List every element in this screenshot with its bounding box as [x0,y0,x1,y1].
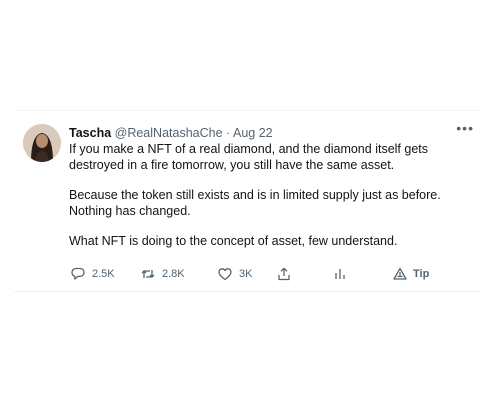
tweet-card[interactable]: Tascha @RealNatashaChe · Aug 22 ••• If y… [14,110,480,292]
analytics-button[interactable] [332,265,348,283]
retweet-count: 2.8K [162,268,185,280]
tweet-header: Tascha @RealNatashaChe · Aug 22 [69,125,273,141]
tweet-paragraph: Because the token still exists and is in… [69,188,441,218]
tweet-paragraph: What NFT is doing to the concept of asse… [69,234,398,248]
like-count: 3K [239,268,253,280]
tweet-text: If you make a NFT of a real diamond, and… [69,142,469,265]
share-icon [276,266,292,282]
handle[interactable]: @RealNatashaChe [115,126,223,140]
date-separator: · [226,126,231,140]
reply-icon [70,266,86,282]
tweet-date[interactable]: Aug 22 [233,126,273,140]
tweet-actions: 2.5K 2.8K 3K Tip [70,265,450,283]
heart-icon [217,266,233,282]
more-options-icon[interactable]: ••• [456,121,474,135]
analytics-icon [332,266,348,282]
page: Tascha @RealNatashaChe · Aug 22 ••• If y… [0,0,500,400]
avatar[interactable] [23,124,61,162]
tip-label: Tip [413,268,430,280]
tip-button[interactable]: Tip [392,265,429,283]
tip-icon [392,266,408,282]
tweet-paragraph: If you make a NFT of a real diamond, and… [69,142,428,172]
display-name[interactable]: Tascha [69,126,111,140]
reply-button[interactable]: 2.5K [70,265,115,283]
retweet-icon [140,266,156,282]
retweet-button[interactable]: 2.8K [140,265,185,283]
reply-count: 2.5K [92,268,115,280]
share-button[interactable] [276,265,292,283]
like-button[interactable]: 3K [217,265,252,283]
avatar-image [23,124,61,162]
